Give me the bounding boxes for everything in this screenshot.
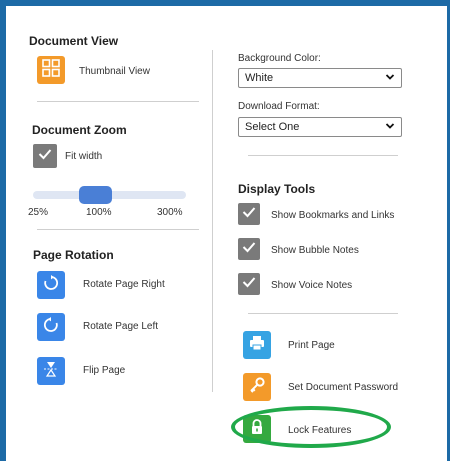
window-top-border xyxy=(0,0,450,6)
key-icon xyxy=(248,376,266,399)
thumbnail-view-button[interactable] xyxy=(37,56,65,84)
zoom-tick-mid: 100% xyxy=(86,207,112,218)
set-password-label: Set Document Password xyxy=(288,382,399,393)
checkmark-icon xyxy=(38,147,52,165)
divider xyxy=(37,101,199,102)
rotate-right-icon xyxy=(42,274,60,297)
page-rotation-heading: Page Rotation xyxy=(33,248,114,262)
column-divider xyxy=(212,50,213,392)
highlight-ring xyxy=(231,406,391,448)
show-voice-notes-checkbox[interactable] xyxy=(238,273,260,295)
show-voice-notes-label: Show Voice Notes xyxy=(271,280,353,291)
background-color-label: Background Color: xyxy=(238,53,321,64)
document-zoom-heading: Document Zoom xyxy=(32,123,127,137)
show-bookmarks-label: Show Bookmarks and Links xyxy=(271,210,395,221)
zoom-tick-min: 25% xyxy=(28,207,49,218)
flip-page-label: Flip Page xyxy=(83,365,126,376)
divider xyxy=(248,313,398,314)
rotate-left-icon xyxy=(42,316,60,339)
display-tools-heading: Display Tools xyxy=(238,182,316,196)
rotate-left-label: Rotate Page Left xyxy=(83,321,159,332)
checkmark-icon xyxy=(242,240,256,258)
show-bubble-notes-checkbox[interactable] xyxy=(238,238,260,260)
checkmark-icon xyxy=(242,205,256,223)
show-bubble-notes-label: Show Bubble Notes xyxy=(271,245,359,256)
chevron-down-icon xyxy=(385,72,395,85)
download-format-select[interactable]: Select One xyxy=(238,117,402,137)
chevron-down-icon xyxy=(385,121,395,134)
printer-icon xyxy=(248,334,266,357)
zoom-tick-max: 300% xyxy=(157,207,183,218)
flip-page-button[interactable] xyxy=(37,357,65,385)
show-bookmarks-checkbox[interactable] xyxy=(238,203,260,225)
thumbnail-view-label: Thumbnail View xyxy=(79,66,150,77)
rotate-right-label: Rotate Page Right xyxy=(83,279,165,290)
print-page-label: Print Page xyxy=(288,340,335,351)
fit-width-checkbox[interactable] xyxy=(33,144,57,168)
rotate-left-button[interactable] xyxy=(37,313,65,341)
download-format-value: Select One xyxy=(245,121,300,133)
divider xyxy=(248,155,398,156)
document-view-heading: Document View xyxy=(29,34,119,48)
rotate-right-button[interactable] xyxy=(37,271,65,299)
checkmark-icon xyxy=(242,275,256,293)
zoom-slider-thumb[interactable] xyxy=(79,186,112,204)
window-left-border xyxy=(0,0,6,461)
background-color-value: White xyxy=(245,72,274,84)
flip-icon xyxy=(42,360,60,383)
thumbnail-grid-icon xyxy=(42,58,60,82)
background-color-select[interactable]: White xyxy=(238,68,402,88)
fit-width-label: Fit width xyxy=(65,151,103,162)
print-page-button[interactable] xyxy=(243,331,271,359)
set-password-button[interactable] xyxy=(243,373,271,401)
divider xyxy=(37,229,199,230)
download-format-label: Download Format: xyxy=(238,101,320,112)
